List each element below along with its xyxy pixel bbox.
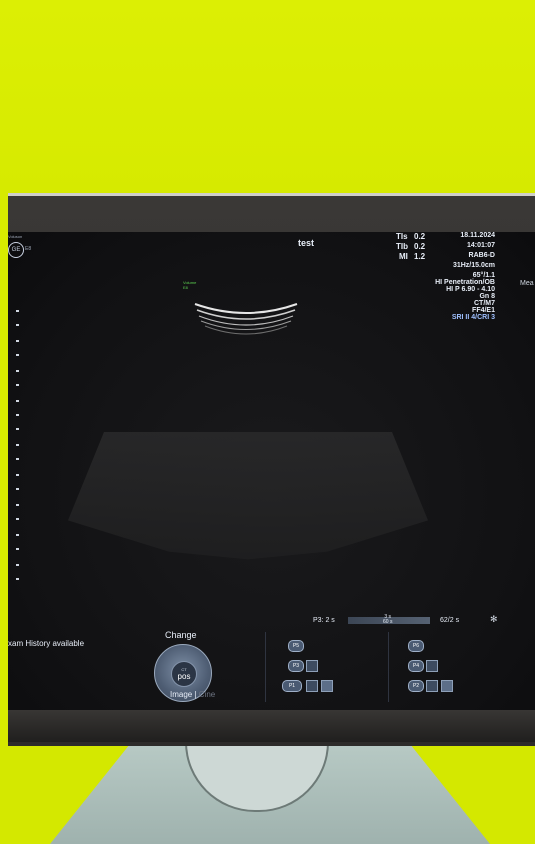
ct-value: CT/M7 bbox=[474, 300, 495, 307]
frame-rate-depth: 31Hz/15.0cm bbox=[452, 262, 495, 269]
report-icon[interactable] bbox=[426, 680, 438, 692]
preset-p3-button[interactable]: P3 bbox=[288, 660, 304, 672]
measure-edge-label[interactable]: Mea bbox=[520, 280, 534, 287]
panel-divider-right bbox=[388, 632, 389, 702]
knob-pos-label: pos bbox=[177, 672, 191, 681]
logo-text: GE bbox=[11, 247, 21, 253]
sri-value: SRI II 4/CRI 3 bbox=[451, 314, 495, 321]
cine-mode-label[interactable]: Cine bbox=[199, 690, 215, 699]
cine-prefix: P3: 2 s bbox=[313, 617, 335, 624]
monitor-bezel-bottom bbox=[8, 710, 535, 742]
cine-frames-label: 62/2 s bbox=[440, 617, 460, 624]
print-icon[interactable] bbox=[441, 680, 453, 692]
tis-value: 0.2 bbox=[414, 232, 426, 241]
probe-name: RAB6-D bbox=[468, 252, 495, 259]
tib-value: 0.2 bbox=[414, 242, 426, 251]
preset-p2-button[interactable]: P2 bbox=[408, 680, 424, 692]
ge-logo-icon: GE bbox=[8, 242, 24, 258]
knob-center[interactable]: CT pos bbox=[171, 661, 197, 687]
mi-value: 1.2 bbox=[414, 252, 426, 261]
preset-p4-button[interactable]: P4 bbox=[408, 660, 424, 672]
mi-label: MI bbox=[399, 252, 408, 261]
gear-icon[interactable]: ✻ bbox=[490, 614, 498, 625]
exam-date: 18.11.2024 bbox=[460, 232, 495, 239]
probe-near-field-image bbox=[194, 303, 298, 335]
tis-label: TIs bbox=[396, 232, 408, 241]
ultrasound-screen: Voluson GE E8 test TIs 0.2 TIb 0.2 MI 1.… bbox=[8, 232, 535, 710]
exam-history-notice[interactable]: xam History available bbox=[8, 639, 84, 648]
volume-label: Volume E8 bbox=[183, 280, 196, 290]
report-icon[interactable] bbox=[426, 660, 438, 672]
save-icon[interactable] bbox=[306, 660, 318, 672]
preset-p1-button[interactable]: P1 bbox=[282, 680, 302, 692]
depth-scale bbox=[12, 302, 26, 592]
preset-p6-button[interactable]: P6 bbox=[408, 640, 424, 652]
ff-value: FF4/E1 bbox=[472, 307, 495, 314]
volume-label-line2: E8 bbox=[183, 285, 188, 290]
cine-start-label: 2 s bbox=[325, 617, 335, 624]
logo-sub-label: E8 bbox=[25, 246, 32, 252]
cine-prefix-label: P3: bbox=[313, 617, 324, 624]
cine-mid-bottom: 60 s bbox=[383, 619, 393, 625]
cine-mid-label: 3 s 60 s bbox=[383, 615, 392, 625]
ultrasound-sector-image bbox=[68, 432, 428, 560]
save-icon[interactable] bbox=[306, 680, 318, 692]
image-cine-toggle[interactable]: Image | Cine bbox=[170, 690, 215, 699]
vendor-label: Voluson bbox=[8, 234, 23, 239]
panel-divider-left bbox=[265, 632, 266, 702]
image-mode-label[interactable]: Image bbox=[170, 690, 192, 699]
harmonic-frequency: HI P 6.90 - 4.10 bbox=[446, 286, 495, 293]
preset-name: HI Penetration/OB bbox=[435, 279, 495, 286]
study-name: test bbox=[298, 238, 315, 248]
preset-p5-button[interactable]: P5 bbox=[288, 640, 304, 652]
tib-label: TIb bbox=[396, 242, 408, 251]
gain-value: Gn 8 bbox=[479, 293, 495, 300]
background-wall bbox=[0, 0, 535, 200]
sector-angle: 65°/1.1 bbox=[472, 272, 495, 279]
change-label: Change bbox=[165, 630, 197, 640]
exam-time: 14:01:07 bbox=[466, 242, 495, 249]
print-icon[interactable] bbox=[321, 680, 333, 692]
